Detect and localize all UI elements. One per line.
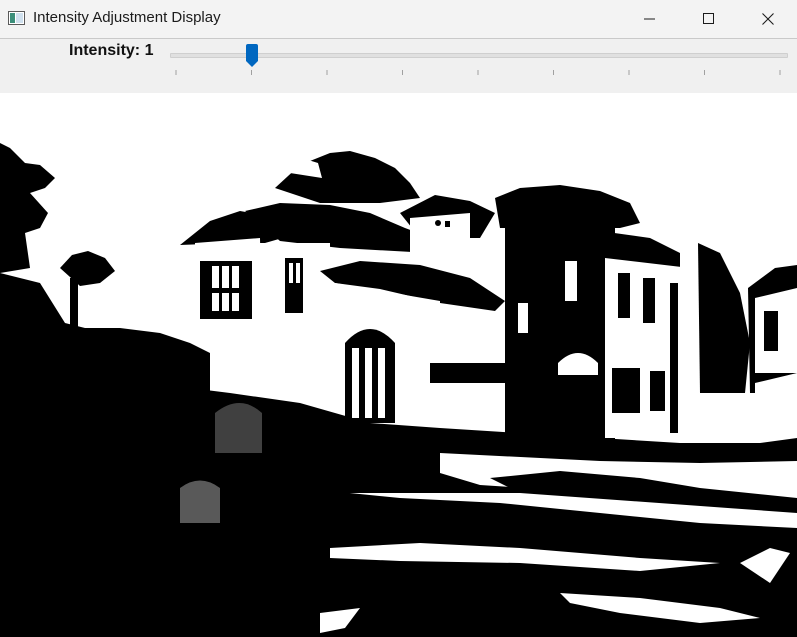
slider-thumb[interactable] <box>245 44 259 68</box>
app-window: Intensity Adjustment Display Intensity: … <box>0 0 797 637</box>
close-icon <box>762 13 774 25</box>
minimize-icon <box>644 18 655 20</box>
close-button[interactable] <box>739 0 797 38</box>
slider-ticks <box>175 70 781 75</box>
thresholded-house-image <box>0 93 797 637</box>
maximize-button[interactable] <box>680 0 738 38</box>
window-title: Intensity Adjustment Display <box>33 9 221 26</box>
maximize-icon <box>703 13 714 24</box>
intensity-toolbar: Intensity: 1 <box>0 39 797 93</box>
minimize-button[interactable] <box>621 0 679 38</box>
app-window-icon <box>8 11 25 25</box>
slider-track[interactable] <box>170 53 788 58</box>
intensity-label: Intensity: 1 <box>69 42 154 59</box>
intensity-image-display <box>0 93 797 637</box>
title-bar[interactable]: Intensity Adjustment Display <box>0 0 797 39</box>
intensity-slider[interactable] <box>166 43 792 83</box>
